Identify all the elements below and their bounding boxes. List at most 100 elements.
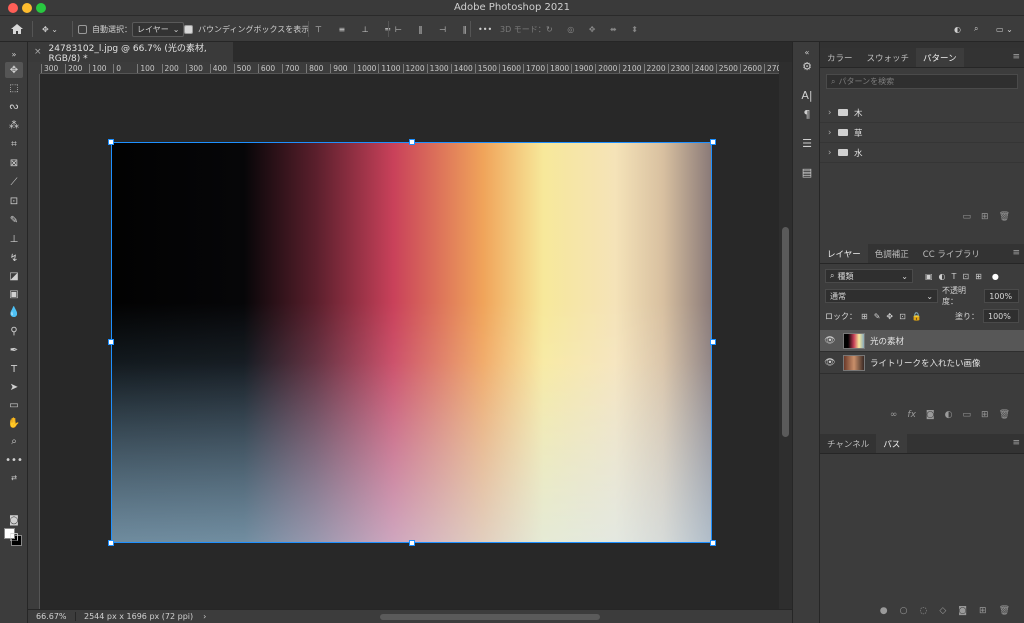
visibility-eye-icon[interactable]: 👁 xyxy=(820,358,840,368)
make-work-path-icon[interactable]: ◇ xyxy=(939,606,946,616)
new-group-icon[interactable]: ▭ xyxy=(963,212,972,222)
brush-tool-icon[interactable]: ✎ xyxy=(5,212,23,228)
link-layers-icon[interactable]: ∞ xyxy=(890,410,898,420)
history-brush-tool-icon[interactable]: ↯ xyxy=(5,250,23,266)
magic-wand-tool-icon[interactable]: ⁂ xyxy=(5,117,23,133)
move-tool-preset-icon[interactable]: ✥ ⌄ xyxy=(42,16,58,42)
pen-tool-icon[interactable]: ✒ xyxy=(5,342,23,358)
3d-tools-icon[interactable]: ↻ ◎ ✥ ⬌ ⬍ xyxy=(546,16,644,42)
light-leak-layer-image[interactable] xyxy=(111,142,712,543)
adjustment-layer-icon[interactable]: ◐ xyxy=(945,410,953,420)
align-buttons-icon[interactable]: ⊤ ≡ ⊥ ═ xyxy=(315,16,397,42)
blend-mode-dropdown[interactable]: 通常 ⌄ xyxy=(825,289,939,303)
distribute-buttons-icon[interactable]: ⊢ ‖ ⊣ ∥ xyxy=(395,16,474,42)
chevron-right-icon[interactable]: › xyxy=(828,148,838,158)
gradients-panel-icon[interactable]: ▤ xyxy=(799,164,815,180)
bounding-box-check-icon[interactable] xyxy=(184,24,193,34)
transform-handle-bottom-right[interactable] xyxy=(710,540,716,546)
path-selection-tool-icon[interactable]: ➤ xyxy=(5,379,23,395)
more-options-icon[interactable]: ••• xyxy=(478,16,492,42)
blur-tool-icon[interactable]: 💧 xyxy=(5,304,23,320)
status-menu-arrow-icon[interactable]: › xyxy=(203,612,206,621)
horizontal-ruler[interactable]: 300 200 100 0 100 200 300 400 500 600 700 800 900 100… xyxy=(40,62,779,74)
pattern-folder-water[interactable]: › 水 xyxy=(820,143,1024,163)
auto-select-checkbox[interactable]: 自動選択： xyxy=(78,16,132,42)
auto-select-dropdown[interactable]: レイヤー ⌄ xyxy=(132,16,185,42)
add-mask-icon[interactable]: ◙ xyxy=(926,410,935,420)
collapse-toolbar-icon[interactable]: » xyxy=(5,46,23,62)
dodge-tool-icon[interactable]: ⚲ xyxy=(5,323,23,339)
workspace-icon[interactable]: ▭ ⌄ xyxy=(996,16,1013,42)
document-tab[interactable]: × 24783102_l.jpg @ 66.7% (光の素材, RGB/8) * xyxy=(28,42,233,64)
auto-select-check-icon[interactable] xyxy=(78,24,87,34)
eyedropper-tool-icon[interactable]: ⟋ xyxy=(5,174,23,190)
trash-icon[interactable]: 🗑 xyxy=(999,212,1010,222)
rectangle-tool-icon[interactable]: ▭ xyxy=(5,397,23,413)
layers-panel-menu-icon[interactable]: ≡ xyxy=(1012,248,1020,258)
edit-toolbar-icon[interactable]: ••• xyxy=(5,452,23,468)
stroke-path-icon[interactable]: ○ xyxy=(900,606,908,616)
transform-handle-bottom-left[interactable] xyxy=(108,540,114,546)
pattern-folder-grass[interactable]: › 草 xyxy=(820,123,1024,143)
share-icon[interactable]: ◐ xyxy=(954,16,961,42)
layer-row-base-image[interactable]: 👁 ライトリークを入れたい画像 xyxy=(820,352,1024,374)
properties-panel-icon[interactable]: ☰ xyxy=(799,135,815,151)
visibility-eye-icon[interactable]: 👁 xyxy=(820,336,840,346)
opacity-field[interactable]: 100% xyxy=(984,289,1019,303)
type-tool-icon[interactable]: T xyxy=(5,361,23,377)
filter-toggle-icon[interactable]: ● xyxy=(992,272,999,281)
lock-options-icons[interactable]: ⊞✎✥⊡🔒 xyxy=(861,312,928,321)
paths-panel-menu-icon[interactable]: ≡ xyxy=(1012,438,1020,448)
canvas-area[interactable] xyxy=(40,74,779,609)
frame-tool-icon[interactable]: ⊠ xyxy=(5,155,23,171)
eraser-tool-icon[interactable]: ◪ xyxy=(5,268,23,284)
character-panel-icon[interactable]: A| xyxy=(799,87,815,103)
plugins-icon[interactable]: ⚙ xyxy=(799,58,815,74)
healing-brush-tool-icon[interactable]: ⊡ xyxy=(5,193,23,209)
gradient-tool-icon[interactable]: ▣ xyxy=(5,286,23,302)
chevron-right-icon[interactable]: › xyxy=(828,128,838,138)
layer-row-light[interactable]: 👁 光の素材 xyxy=(820,330,1024,352)
vertical-scrollbar[interactable] xyxy=(779,62,792,609)
quick-mask-icon[interactable]: ◙ xyxy=(5,512,23,528)
layer-filter-dropdown[interactable]: ⌕ 種類 ⌄ xyxy=(825,269,913,283)
close-tab-icon[interactable]: × xyxy=(34,47,42,57)
crop-tool-icon[interactable]: ⌗ xyxy=(5,136,23,152)
move-tool-icon[interactable]: ✥ xyxy=(5,62,23,78)
trash-icon[interactable]: 🗑 xyxy=(999,606,1010,616)
swap-colors-icon[interactable]: ⇄ xyxy=(5,470,23,486)
fill-path-icon[interactable]: ● xyxy=(880,606,888,616)
tab-color[interactable]: カラー xyxy=(820,48,860,67)
patterns-panel-menu-icon[interactable]: ≡ xyxy=(1012,52,1020,62)
stamp-tool-icon[interactable]: ⊥ xyxy=(5,231,23,247)
layer-filter-icons[interactable]: ▣◐T⊡⊞ xyxy=(925,272,988,281)
transform-handle-bottom[interactable] xyxy=(409,540,415,546)
transform-handle-right[interactable] xyxy=(710,339,716,345)
lasso-tool-icon[interactable]: ᔓ xyxy=(5,98,23,114)
pattern-search-input[interactable]: ⌕ パターンを検索 xyxy=(826,74,1018,89)
fill-field[interactable]: 100% xyxy=(983,309,1019,323)
transform-handle-left[interactable] xyxy=(108,339,114,345)
add-mask-icon[interactable]: ◙ xyxy=(958,606,967,616)
tab-patterns[interactable]: パターン xyxy=(916,48,964,67)
new-path-icon[interactable]: ⊞ xyxy=(979,606,987,616)
tab-paths[interactable]: パス xyxy=(876,434,908,453)
transform-handle-top-right[interactable] xyxy=(710,139,716,145)
tab-adjustments[interactable]: 色調補正 xyxy=(868,244,916,263)
new-pattern-icon[interactable]: ⊞ xyxy=(981,212,989,222)
new-group-icon[interactable]: ▭ xyxy=(963,410,972,420)
search-icon[interactable]: ⌕ xyxy=(974,16,978,42)
paragraph-panel-icon[interactable]: ¶ xyxy=(799,106,815,122)
marquee-tool-icon[interactable]: ⬚ xyxy=(5,80,23,96)
tab-cc-libraries[interactable]: CC ライブラリ xyxy=(916,244,987,263)
new-layer-icon[interactable]: ⊞ xyxy=(981,410,989,420)
vertical-ruler[interactable] xyxy=(28,74,40,609)
transform-handle-top[interactable] xyxy=(409,139,415,145)
zoom-level[interactable]: 66.67% xyxy=(28,612,76,621)
pattern-folder-wood[interactable]: › 木 xyxy=(820,103,1024,123)
horizontal-scroll-thumb[interactable] xyxy=(380,614,600,620)
screen-mode-icon[interactable]: ❐ xyxy=(5,530,23,546)
tab-swatches[interactable]: スウォッチ xyxy=(860,48,917,67)
chevron-right-icon[interactable]: › xyxy=(828,108,838,118)
trash-icon[interactable]: 🗑 xyxy=(999,410,1010,420)
